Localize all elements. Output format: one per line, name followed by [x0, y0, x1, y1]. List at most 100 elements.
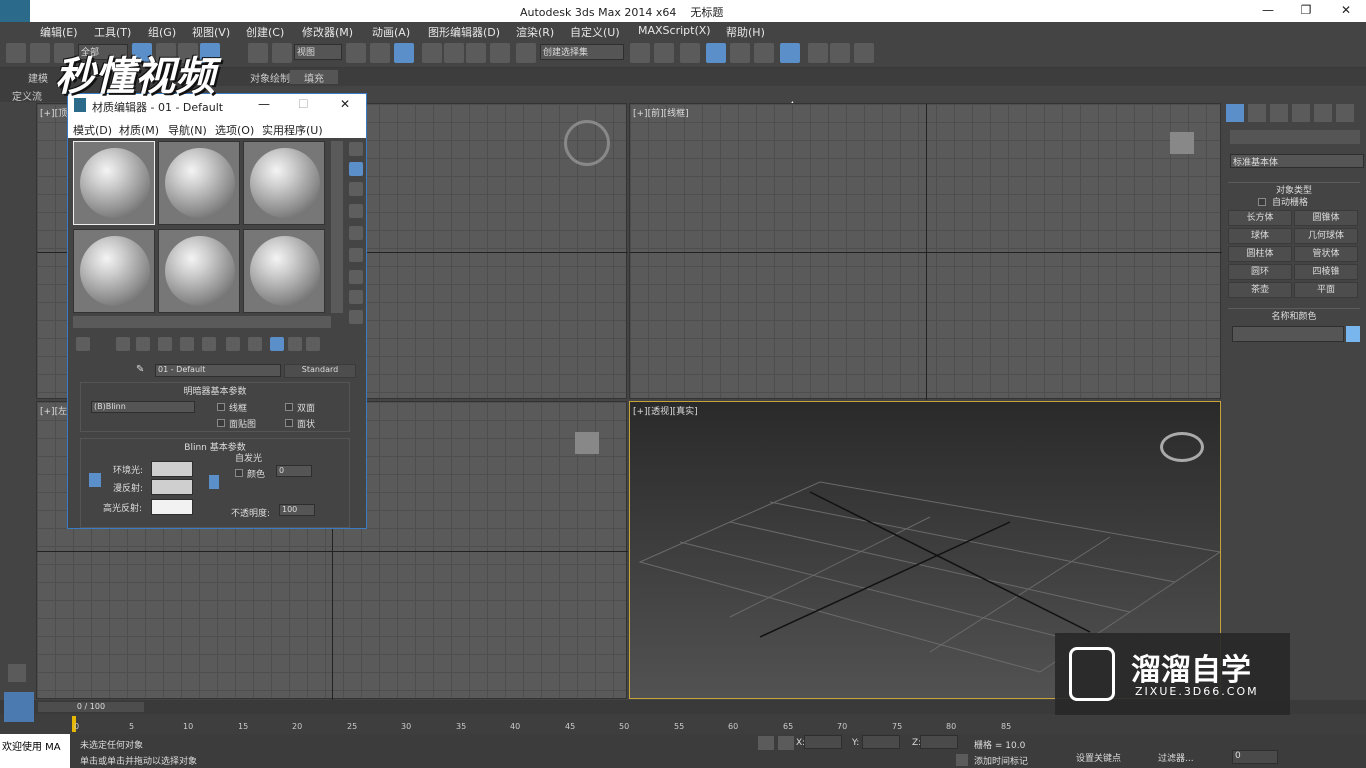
face-map-checkbox[interactable] [217, 419, 225, 427]
viewport-layout-icon[interactable] [4, 692, 34, 722]
viewcube-icon[interactable] [1160, 432, 1204, 462]
rollout-title[interactable]: Blinn 基本参数 [81, 440, 349, 453]
faceted-checkbox[interactable] [285, 419, 293, 427]
lock-ambient-diffuse-icon[interactable] [89, 473, 101, 487]
rotate-icon[interactable] [248, 43, 268, 63]
delete-icon[interactable] [136, 337, 150, 351]
material-name-field[interactable]: 01 - Default [155, 364, 281, 377]
ribbon-tab-populate[interactable]: 填充 [290, 70, 338, 85]
layer-manager-icon[interactable] [680, 43, 700, 63]
two-sided-checkbox[interactable] [285, 403, 293, 411]
x-coord-field[interactable] [804, 735, 842, 749]
ribbon-tab-modeling[interactable]: 建模 [28, 70, 48, 85]
object-type-rollout[interactable]: 对象类型 [1228, 182, 1360, 196]
mated-menu-material[interactable]: 材质(M) [119, 122, 159, 138]
display-tab-icon[interactable] [1314, 104, 1332, 122]
viewcube-icon[interactable] [575, 432, 599, 454]
close-button[interactable]: ✕ [340, 97, 350, 111]
add-time-tag[interactable]: 添加时间标记 [974, 754, 1028, 767]
mated-menu-utilities[interactable]: 实用程序(U) [262, 122, 323, 138]
teapot-button[interactable]: 茶壶 [1228, 282, 1292, 298]
options-icon[interactable] [349, 270, 363, 284]
menu-modifiers[interactable]: 修改器(M) [302, 24, 353, 40]
cylinder-button[interactable]: 圆柱体 [1228, 246, 1292, 262]
viewport-label[interactable]: [+][前][线框] [633, 106, 689, 119]
category-icons-row[interactable] [1230, 130, 1360, 144]
menu-tools[interactable]: 工具(T) [94, 24, 131, 40]
menu-maxscript[interactable]: MAXScript(X) [638, 24, 711, 37]
minimize-button[interactable]: — [1258, 3, 1278, 19]
render-production-icon[interactable] [854, 43, 874, 63]
maximize-button[interactable]: ☐ [298, 97, 309, 111]
shader-dropdown[interactable]: (B)Blinn [91, 401, 195, 413]
cone-button[interactable]: 圆锥体 [1294, 210, 1358, 226]
object-color-swatch[interactable] [1346, 326, 1360, 342]
sphere-button[interactable]: 球体 [1228, 228, 1292, 244]
rollout-title[interactable]: 明暗器基本参数 [81, 384, 349, 397]
self-illum-spinner[interactable]: 0 [276, 465, 312, 477]
diffuse-color-swatch[interactable] [151, 479, 193, 495]
key-filters-button[interactable]: 过滤器... [1158, 751, 1194, 764]
material-navigator-icon[interactable] [349, 310, 363, 324]
get-material-icon[interactable] [76, 337, 90, 351]
slot-hscrollbar[interactable] [73, 316, 331, 328]
hierarchy-tab-icon[interactable] [1270, 104, 1288, 122]
sample-type-icon[interactable] [349, 142, 363, 156]
slot-vscrollbar[interactable] [331, 141, 343, 313]
edit-named-sel-icon[interactable] [516, 43, 536, 63]
menu-customize[interactable]: 自定义(U) [570, 24, 620, 40]
schematic-view-icon[interactable] [754, 43, 774, 63]
graphite-toggle-icon[interactable] [706, 43, 726, 63]
material-slot[interactable] [243, 141, 325, 225]
unlink-icon[interactable] [30, 43, 50, 63]
create-tab-icon[interactable] [1226, 104, 1244, 122]
ribbon-define-flows[interactable]: 定义流 [12, 88, 42, 103]
minimize-button[interactable]: — [258, 97, 270, 111]
curve-editor-icon[interactable] [730, 43, 750, 63]
opacity-spinner[interactable]: 100 [279, 504, 315, 516]
menu-animation[interactable]: 动画(A) [372, 24, 410, 40]
material-slot[interactable] [73, 229, 155, 313]
object-name-field[interactable] [1232, 326, 1344, 342]
modify-tab-icon[interactable] [1248, 104, 1266, 122]
material-type-button[interactable]: Standard [284, 364, 356, 378]
wire-checkbox[interactable] [217, 403, 225, 411]
unique-icon[interactable] [180, 337, 194, 351]
viewcube-icon[interactable] [564, 120, 610, 166]
menu-rendering[interactable]: 渲染(R) [516, 24, 554, 40]
name-color-rollout[interactable]: 名称和颜色 [1228, 308, 1360, 322]
make-preview-icon[interactable] [349, 248, 363, 262]
viewport-front[interactable]: [+][前][线框] [629, 103, 1222, 400]
track-bar[interactable]: 0 5 10 15 20 25 30 35 40 45 50 55 60 65 … [0, 714, 1366, 734]
lock-selection-icon[interactable] [758, 736, 774, 750]
percent-snap-icon[interactable] [466, 43, 486, 63]
motion-tab-icon[interactable] [1292, 104, 1310, 122]
tube-button[interactable]: 管状体 [1294, 246, 1358, 262]
close-button[interactable]: ✕ [1336, 3, 1356, 19]
mirror-icon[interactable] [630, 43, 650, 63]
ref-coord-dropdown[interactable]: 视图 [294, 44, 342, 60]
self-illum-color-checkbox[interactable] [235, 469, 243, 477]
render-setup-icon[interactable] [808, 43, 828, 63]
time-slider-thumb[interactable]: 0 / 100 [38, 702, 144, 712]
show-end-result-icon[interactable] [270, 337, 284, 351]
app-logo-icon[interactable] [0, 0, 30, 22]
angle-snap-icon[interactable] [444, 43, 464, 63]
maxscript-listener[interactable]: 欢迎使用 MA [0, 734, 70, 768]
geosphere-button[interactable]: 几何球体 [1294, 228, 1358, 244]
pyramid-button[interactable]: 四棱锥 [1294, 264, 1358, 280]
menu-graph-editors[interactable]: 图形编辑器(D) [428, 24, 500, 40]
material-editor-icon[interactable] [780, 43, 800, 63]
show-map-icon[interactable] [248, 337, 262, 351]
select-manipulate-icon[interactable] [370, 43, 390, 63]
box-button[interactable]: 长方体 [1228, 210, 1292, 226]
pivot-center-icon[interactable] [346, 43, 366, 63]
ribbon-tab-objectpaint[interactable]: 对象绘制 [250, 70, 290, 85]
put-to-library-icon[interactable] [202, 337, 216, 351]
y-coord-field[interactable] [862, 735, 900, 749]
maximize-button[interactable]: ❐ [1296, 3, 1316, 19]
lock-diffuse-specular-icon[interactable] [209, 475, 219, 489]
ambient-color-swatch[interactable] [151, 461, 193, 477]
primitive-type-dropdown[interactable]: 标准基本体 [1230, 154, 1364, 168]
named-selection-dropdown[interactable]: 创建选择集 [540, 44, 624, 60]
